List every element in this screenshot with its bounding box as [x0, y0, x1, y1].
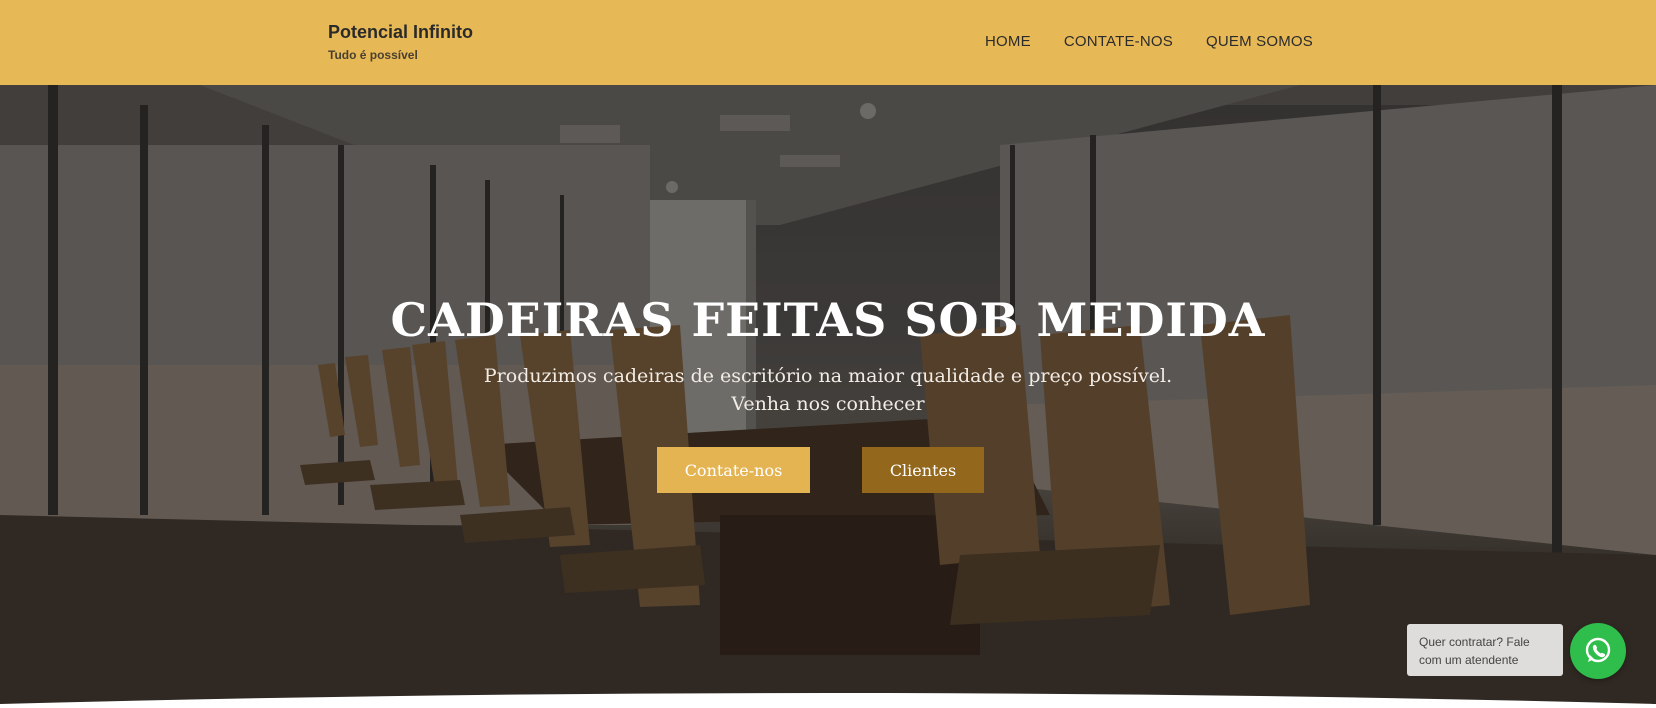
brand[interactable]: Potencial Infinito Tudo é possível [328, 22, 473, 62]
nav-home[interactable]: HOME [985, 33, 1031, 50]
chat-prompt-bubble[interactable]: Quer contratar? Fale com um atendente [1407, 624, 1563, 676]
hero-subtitle-line-2: Venha nos conhecer [731, 393, 925, 415]
whatsapp-icon [1585, 637, 1611, 663]
nav-about[interactable]: QUEM SOMOS [1206, 33, 1313, 50]
site-header: Potencial Infinito Tudo é possível HOME … [0, 0, 1656, 85]
hero-section: CADEIRAS FEITAS SOB MEDIDA Produzimos ca… [0, 85, 1656, 708]
clients-button[interactable]: Clientes [862, 447, 984, 493]
hero-bottom-curve [0, 693, 1656, 708]
hero-subtitle: Produzimos cadeiras de escritório na mai… [0, 362, 1656, 418]
hero-subtitle-line-1: Produzimos cadeiras de escritório na mai… [483, 365, 1173, 387]
brand-tagline: Tudo é possível [328, 48, 418, 62]
hero-title: CADEIRAS FEITAS SOB MEDIDA [390, 293, 1266, 347]
whatsapp-button[interactable] [1570, 623, 1626, 679]
main-nav: HOME CONTATE-NOS QUEM SOMOS [952, 33, 1313, 50]
brand-name[interactable]: Potencial Infinito [328, 22, 473, 43]
nav-contact[interactable]: CONTATE-NOS [1064, 33, 1173, 50]
contact-button[interactable]: Contate-nos [657, 447, 810, 493]
